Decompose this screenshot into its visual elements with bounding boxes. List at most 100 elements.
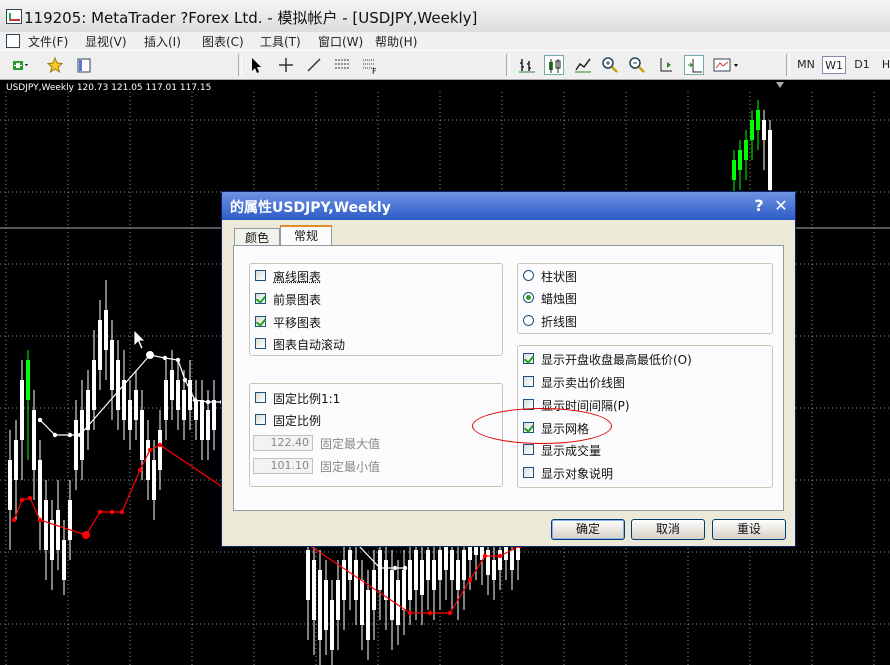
candle-body bbox=[732, 160, 736, 180]
menu-charts[interactable]: 图表(C) bbox=[202, 33, 244, 50]
show-ask-line-checkbox[interactable] bbox=[523, 376, 534, 387]
indicator-marker-red bbox=[82, 531, 90, 539]
chart-autoscroll-checkbox[interactable] bbox=[255, 338, 266, 349]
bar-chart-radio[interactable] bbox=[523, 270, 534, 281]
candle-body bbox=[32, 410, 36, 470]
show-ohlc-checkbox[interactable] bbox=[523, 353, 534, 364]
help-button[interactable]: ? bbox=[749, 196, 769, 216]
timeframe-mn[interactable]: MN bbox=[794, 56, 818, 74]
show-volumes-checkbox[interactable] bbox=[523, 444, 534, 455]
fixed-minimum-input[interactable]: 101.10 bbox=[253, 458, 313, 474]
show-object-descriptions-label: 显示对象说明 bbox=[541, 465, 613, 482]
chart-autoscroll-label: 图表自动滚动 bbox=[273, 336, 345, 353]
fixed-scale-1to1-checkbox[interactable] bbox=[255, 392, 266, 403]
indicator-point-red bbox=[20, 498, 24, 502]
dialog-title-bar: 的属性USDJPY,Weekly ? ✕ bbox=[222, 192, 795, 220]
mouse-cursor-icon bbox=[134, 330, 145, 349]
indicator-point-white bbox=[53, 433, 57, 437]
chart-shift-checkbox[interactable] bbox=[255, 316, 266, 327]
line-chart-label: 折线图 bbox=[541, 313, 577, 330]
candle-body bbox=[738, 150, 742, 170]
cancel-button[interactable]: 取消 bbox=[631, 519, 705, 540]
timeframe-d1[interactable]: D1 bbox=[850, 56, 874, 74]
candle-body bbox=[408, 560, 412, 600]
channel-icon[interactable] bbox=[332, 55, 352, 75]
line-chart-radio[interactable] bbox=[523, 315, 534, 326]
scale-group: 固定比例1:1 固定比例 122.40 固定最大值 101.10 固定最小值 bbox=[249, 383, 503, 487]
zoom-in-icon[interactable] bbox=[600, 55, 620, 75]
fixed-scale-1to1-label: 固定比例1:1 bbox=[273, 390, 340, 407]
candle-body bbox=[182, 390, 186, 420]
show-object-descriptions-checkbox[interactable] bbox=[523, 467, 534, 478]
bar-chart-icon[interactable] bbox=[517, 55, 537, 75]
indicator-point-red bbox=[483, 554, 487, 558]
toolbar-separator bbox=[506, 54, 510, 76]
zoom-out-icon[interactable] bbox=[627, 55, 647, 75]
candle-body bbox=[438, 550, 442, 580]
tab-panel-common: 离线图表 前景图表 平移图表 图表自动滚动 固定比例1:1 固定比例 122.4… bbox=[233, 245, 784, 511]
candlestick-radio[interactable] bbox=[523, 292, 534, 303]
indicator-point-red bbox=[28, 496, 32, 500]
mdi-window-icon[interactable] bbox=[6, 34, 20, 48]
candle-body bbox=[170, 370, 174, 400]
fixed-scale-label: 固定比例 bbox=[273, 412, 321, 429]
candle-body bbox=[744, 140, 748, 160]
menu-file[interactable]: 文件(F) bbox=[28, 33, 68, 50]
tab-colors[interactable]: 颜色 bbox=[234, 228, 280, 246]
toolbar-separator bbox=[786, 54, 790, 76]
menu-bar: 文件(F) 显视(V) 插入(I) 图表(C) 工具(T) 窗口(W) 帮助(H… bbox=[0, 32, 890, 50]
indicators-menu-icon[interactable] bbox=[712, 55, 742, 75]
candle-body bbox=[312, 560, 316, 620]
line-chart-icon[interactable] bbox=[573, 55, 593, 75]
fixed-maximum-input[interactable]: 122.40 bbox=[253, 435, 313, 451]
candle-body bbox=[140, 410, 144, 460]
chart-shift-marker-icon bbox=[776, 82, 784, 88]
menu-insert[interactable]: 插入(I) bbox=[144, 33, 181, 50]
candle-body bbox=[402, 570, 406, 610]
foreground-chart-checkbox[interactable] bbox=[255, 293, 266, 304]
toolbar-separator bbox=[238, 54, 242, 76]
autoscroll-icon[interactable] bbox=[684, 55, 704, 75]
candle-body bbox=[366, 590, 370, 640]
chart-shift-icon[interactable] bbox=[656, 55, 676, 75]
cursor-icon[interactable] bbox=[246, 55, 266, 75]
candle-body bbox=[200, 400, 204, 440]
candlestick-icon[interactable] bbox=[544, 55, 564, 75]
menu-view[interactable]: 显视(V) bbox=[85, 33, 127, 50]
offline-chart-checkbox[interactable] bbox=[255, 270, 266, 281]
crosshair-icon[interactable] bbox=[276, 55, 296, 75]
close-button[interactable]: ✕ bbox=[771, 196, 791, 216]
menu-tools[interactable]: 工具(T) bbox=[260, 33, 301, 50]
candle-body bbox=[98, 320, 102, 370]
fixed-minimum-label: 固定最小值 bbox=[320, 458, 380, 475]
candle-body bbox=[456, 560, 460, 590]
fibonacci-icon[interactable]: F bbox=[360, 55, 380, 75]
ok-button[interactable]: 确定 bbox=[551, 519, 625, 540]
menu-window[interactable]: 窗口(W) bbox=[318, 33, 363, 50]
candle-body bbox=[768, 130, 772, 190]
offline-chart-label: 离线图表 bbox=[273, 268, 321, 285]
candle-body bbox=[390, 570, 394, 620]
show-ohlc-label: 显示开盘收盘最高最低价(O) bbox=[541, 351, 692, 368]
window-title: 119205: MetaTrader ?Forex Ltd. - 模拟帐户 - … bbox=[24, 7, 477, 28]
candle-body bbox=[492, 560, 496, 580]
tab-common[interactable]: 常规 bbox=[280, 225, 332, 246]
new-chart-icon[interactable] bbox=[10, 55, 30, 75]
fixed-scale-checkbox[interactable] bbox=[255, 414, 266, 425]
candle-body bbox=[116, 360, 120, 410]
menu-help[interactable]: 帮助(H) bbox=[375, 33, 417, 50]
navigator-icon[interactable] bbox=[74, 55, 94, 75]
fixed-maximum-label: 固定最大值 bbox=[320, 435, 380, 452]
timeframe-h[interactable]: H bbox=[874, 56, 890, 74]
indicator-point-white bbox=[183, 378, 187, 382]
favorites-star-icon[interactable] bbox=[46, 55, 66, 75]
indicator-point-red bbox=[428, 611, 432, 615]
candle-body bbox=[134, 390, 138, 420]
indicator-point-red bbox=[498, 554, 502, 558]
trendline-icon[interactable] bbox=[304, 55, 324, 75]
candle-body bbox=[56, 510, 60, 550]
candle-body bbox=[486, 550, 490, 575]
timeframe-w1[interactable]: W1 bbox=[822, 56, 846, 74]
indicator-point-white bbox=[206, 400, 210, 404]
reset-button[interactable]: 重设 bbox=[712, 519, 786, 540]
